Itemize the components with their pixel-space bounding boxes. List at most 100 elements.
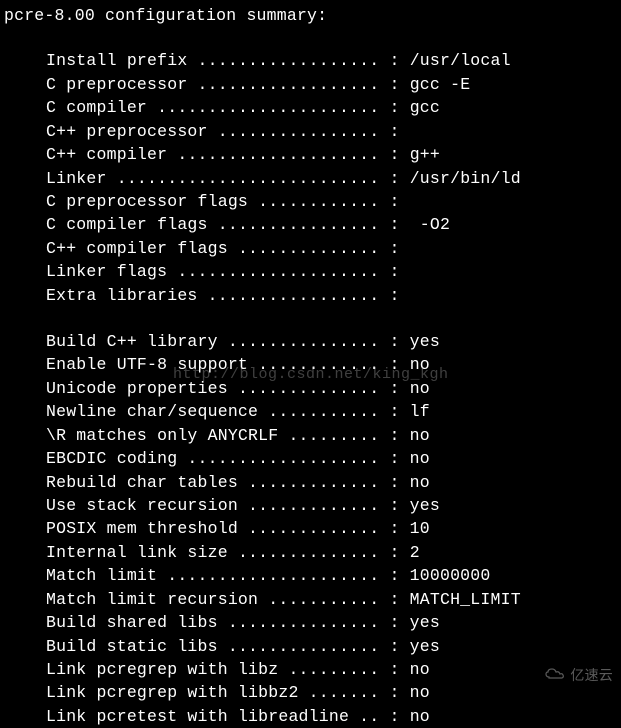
config-label: POSIX mem threshold (46, 519, 238, 538)
config-row: Linker .......................... : /usr… (46, 167, 621, 190)
config-row: C compiler ...................... : gcc (46, 96, 621, 119)
config-row: Extra libraries ................. : (46, 284, 621, 307)
config-label: C++ compiler (46, 145, 167, 164)
config-row: Build shared libs ............... : yes (46, 611, 621, 634)
config-dots: ............ : (248, 355, 410, 374)
config-label: Build C++ library (46, 332, 218, 351)
config-value: /usr/bin/ld (410, 169, 521, 188)
config-row: C preprocessor flags ............ : (46, 190, 621, 213)
config-value: MATCH_LIMIT (410, 590, 521, 609)
config-dots: ......... : (278, 426, 409, 445)
config-dots: ............. : (238, 473, 410, 492)
config-value: 10 (410, 519, 430, 538)
section-gap (4, 307, 621, 330)
config-row: \R matches only ANYCRLF ......... : no (46, 424, 621, 447)
config-dots: ....... : (299, 683, 410, 702)
config-value: yes (410, 613, 440, 632)
config-row: C compiler flags ................ : -O2 (46, 213, 621, 236)
config-label: Match limit (46, 566, 157, 585)
config-dots: .................. : (187, 75, 409, 94)
config-row: C preprocessor .................. : gcc … (46, 73, 621, 96)
config-row: Install prefix .................. : /usr… (46, 49, 621, 72)
config-row: Linker flags .................... : (46, 260, 621, 283)
config-dots: .................. : (187, 51, 409, 70)
config-row: C++ compiler flags .............. : (46, 237, 621, 260)
config-dots: .. : (349, 707, 410, 726)
config-label: EBCDIC coding (46, 449, 177, 468)
config-dots: .................... : (167, 145, 409, 164)
config-dots: .............. : (228, 543, 410, 562)
config-value: yes (410, 332, 440, 351)
config-dots: ............ : (248, 192, 400, 211)
config-label: Linker flags (46, 262, 167, 281)
config-section-1: Install prefix .................. : /usr… (4, 49, 621, 307)
config-value: no (410, 683, 430, 702)
config-value: no (410, 379, 430, 398)
config-row: Link pcregrep with libbz2 ....... : no (46, 681, 621, 704)
config-dots: ............... : (218, 613, 410, 632)
config-label: Rebuild char tables (46, 473, 238, 492)
config-row: Link pcretest with libreadline .. : no (46, 705, 621, 728)
config-value: 10000000 (410, 566, 491, 585)
config-label: C preprocessor flags (46, 192, 248, 211)
config-dots: ......... : (278, 660, 409, 679)
config-label: Install prefix (46, 51, 187, 70)
config-label: Unicode properties (46, 379, 228, 398)
config-dots: ...................... : (147, 98, 410, 117)
config-label: Internal link size (46, 543, 228, 562)
title-line: pcre-8.00 configuration summary: (4, 4, 621, 27)
config-dots: ............. : (238, 519, 410, 538)
config-value: gcc (410, 98, 440, 117)
config-row: Enable UTF-8 support ............ : no (46, 353, 621, 376)
config-dots: ............... : (218, 332, 410, 351)
config-row: Newline char/sequence ........... : lf (46, 400, 621, 423)
config-row: Build C++ library ............... : yes (46, 330, 621, 353)
config-value: gcc -E (410, 75, 471, 94)
config-row: POSIX mem threshold ............. : 10 (46, 517, 621, 540)
config-value: no (410, 449, 430, 468)
config-value: yes (410, 637, 440, 656)
config-label: C++ compiler flags (46, 239, 228, 258)
config-dots: ..................... : (157, 566, 410, 585)
config-dots: ................... : (177, 449, 409, 468)
config-label: Use stack recursion (46, 496, 238, 515)
config-value: -O2 (410, 215, 450, 234)
config-row: Use stack recursion ............. : yes (46, 494, 621, 517)
config-value: no (410, 707, 430, 726)
config-row: Link pcregrep with libz ......... : no (46, 658, 621, 681)
config-dots: ............. : (238, 496, 410, 515)
config-row: Rebuild char tables ............. : no (46, 471, 621, 494)
config-label: C++ preprocessor (46, 122, 208, 141)
config-label: Match limit recursion (46, 590, 258, 609)
config-label: Build shared libs (46, 613, 218, 632)
config-row: Internal link size .............. : 2 (46, 541, 621, 564)
config-value: no (410, 426, 430, 445)
config-dots: .......................... : (107, 169, 410, 188)
config-label: Build static libs (46, 637, 218, 656)
config-label: Extra libraries (46, 286, 198, 305)
config-dots: .................... : (167, 262, 399, 281)
config-row: C++ preprocessor ................ : (46, 120, 621, 143)
config-row: C++ compiler .................... : g++ (46, 143, 621, 166)
config-label: Enable UTF-8 support (46, 355, 248, 374)
config-label: C compiler (46, 98, 147, 117)
config-row: EBCDIC coding ................... : no (46, 447, 621, 470)
config-row: Match limit recursion ........... : MATC… (46, 588, 621, 611)
config-dots: ................ : (208, 215, 410, 234)
config-value: /usr/local (410, 51, 511, 70)
config-value: no (410, 355, 430, 374)
config-dots: ........... : (258, 590, 410, 609)
config-label: C compiler flags (46, 215, 208, 234)
config-dots: ................. : (198, 286, 400, 305)
config-dots: .............. : (228, 239, 400, 258)
config-value: lf (410, 402, 430, 421)
config-label: Link pcregrep with libz (46, 660, 278, 679)
config-row: Match limit ..................... : 1000… (46, 564, 621, 587)
config-dots: ........... : (258, 402, 410, 421)
config-row: Unicode properties .............. : no (46, 377, 621, 400)
config-value: yes (410, 496, 440, 515)
config-dots: ............... : (218, 637, 410, 656)
config-dots: .............. : (228, 379, 410, 398)
config-dots: ................ : (208, 122, 400, 141)
config-value: no (410, 660, 430, 679)
